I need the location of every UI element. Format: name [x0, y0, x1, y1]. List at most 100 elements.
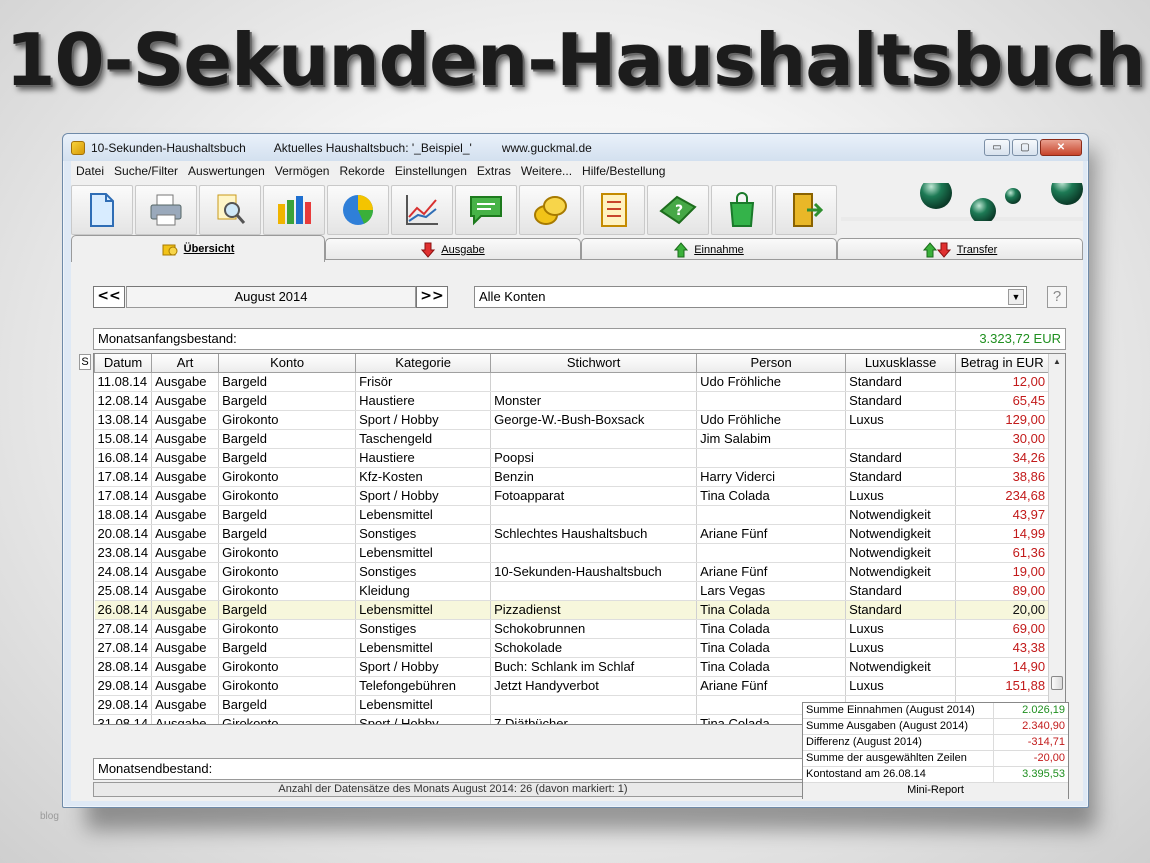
- cell-art: Ausgabe: [151, 467, 220, 487]
- tab-transfer[interactable]: Transfer: [837, 238, 1083, 260]
- cell-stichwort: [490, 372, 698, 392]
- table-row[interactable]: 29.08.14 Ausgabe Girokonto Telefongebühren J…: [94, 676, 1050, 696]
- menu-rekorde[interactable]: Rekorde: [334, 164, 389, 178]
- table-row[interactable]: 23.08.14 Ausgabe Girokonto Lebensmittel Notw…: [94, 543, 1050, 563]
- chevron-down-icon[interactable]: ▼: [1008, 289, 1024, 305]
- table-row[interactable]: 27.08.14 Ausgabe Bargeld Lebensmittel Schoko…: [94, 638, 1050, 658]
- column-header-kategorie[interactable]: Kategorie: [355, 354, 492, 373]
- help-button[interactable]: ?: [1047, 286, 1067, 308]
- title-bar[interactable]: 10-Sekunden-Haushaltsbuch Aktuelles Haus…: [63, 134, 1088, 161]
- table-row[interactable]: 28.08.14 Ausgabe Girokonto Sport / Hobby Buc…: [94, 657, 1050, 677]
- cell-art: Ausgabe: [151, 619, 220, 639]
- menu-bar: Datei Suche/Filter Auswertungen Vermögen…: [71, 161, 1083, 181]
- cell-datum: 13.08.14: [94, 410, 153, 430]
- table-row[interactable]: 11.08.14 Ausgabe Bargeld Frisör Udo Fröhlich…: [94, 372, 1050, 392]
- table-row[interactable]: 26.08.14 Ausgabe Bargeld Lebensmittel Pizzad…: [94, 600, 1050, 620]
- column-header-luxusklasse[interactable]: Luxusklasse: [845, 354, 957, 373]
- menu-suche-filter[interactable]: Suche/Filter: [109, 164, 183, 178]
- watermark: blog: [40, 811, 59, 822]
- search-button[interactable]: [199, 185, 261, 235]
- column-header-betrag[interactable]: Betrag in EUR: [955, 354, 1050, 373]
- cell-art: Ausgabe: [151, 486, 220, 506]
- cell-art: Ausgabe: [151, 543, 220, 563]
- table-row[interactable]: 25.08.14 Ausgabe Girokonto Kleidung Lars Veg…: [94, 581, 1050, 601]
- tab-ausgabe[interactable]: Ausgabe: [325, 238, 581, 260]
- prev-month-button[interactable]: <<: [93, 286, 125, 308]
- table-row[interactable]: 13.08.14 Ausgabe Girokonto Sport / Hobby Geo…: [94, 410, 1050, 430]
- menu-einstellungen[interactable]: Einstellungen: [390, 164, 472, 178]
- tab-einnahme[interactable]: Einnahme: [581, 238, 837, 260]
- cell-konto: Girokonto: [218, 562, 357, 582]
- line-chart-button[interactable]: [391, 185, 453, 235]
- maximize-button[interactable]: ▢: [1012, 139, 1038, 156]
- cell-luxusklasse: Notwendigkeit: [845, 543, 957, 563]
- scroll-up-icon[interactable]: ▲: [1049, 354, 1065, 370]
- table-row[interactable]: 24.08.14 Ausgabe Girokonto Sonstiges 10-Seku…: [94, 562, 1050, 582]
- cell-kategorie: Sonstiges: [355, 562, 492, 582]
- cell-luxusklasse: Standard: [845, 372, 957, 392]
- table-row[interactable]: 17.08.14 Ausgabe Girokonto Kfz-Kosten Benzin…: [94, 467, 1050, 487]
- minimize-button[interactable]: ▭: [984, 139, 1010, 156]
- cell-art: Ausgabe: [151, 714, 220, 724]
- menu-weitere[interactable]: Weitere...: [516, 164, 577, 178]
- cell-kategorie: Taschengeld: [355, 429, 492, 449]
- mini-report-label: Summe Ausgaben (August 2014): [803, 719, 994, 734]
- menu-hilfe-bestellung[interactable]: Hilfe/Bestellung: [577, 164, 670, 178]
- table-row[interactable]: 12.08.14 Ausgabe Bargeld Haustiere Monster St…: [94, 391, 1050, 411]
- exit-button[interactable]: [775, 185, 837, 235]
- cell-konto: Girokonto: [218, 543, 357, 563]
- column-header-stichwort[interactable]: Stichwort: [490, 354, 698, 373]
- cell-konto: Bargeld: [218, 638, 357, 658]
- app-window: 10-Sekunden-Haushaltsbuch Aktuelles Haus…: [62, 133, 1089, 808]
- cell-person: [696, 448, 847, 468]
- cell-betrag: 43,38: [955, 638, 1050, 658]
- pie-chart-button[interactable]: [327, 185, 389, 235]
- menu-vermoegen[interactable]: Vermögen: [270, 164, 335, 178]
- cell-kategorie: Haustiere: [355, 448, 492, 468]
- column-header-konto[interactable]: Konto: [218, 354, 357, 373]
- cell-luxusklasse: Standard: [845, 600, 957, 620]
- cell-datum: 23.08.14: [94, 543, 153, 563]
- table-row[interactable]: 16.08.14 Ausgabe Bargeld Haustiere Poopsi Sta…: [94, 448, 1050, 468]
- account-filter-select[interactable]: Alle Konten ▼: [474, 286, 1027, 308]
- table-row[interactable]: 27.08.14 Ausgabe Girokonto Sonstiges Schokob…: [94, 619, 1050, 639]
- cell-betrag: 89,00: [955, 581, 1050, 601]
- bar-chart-button[interactable]: [263, 185, 325, 235]
- cell-datum: 26.08.14: [94, 600, 153, 620]
- table-row[interactable]: 15.08.14 Ausgabe Bargeld Taschengeld Jim Sal…: [94, 429, 1050, 449]
- cell-luxusklasse: Luxus: [845, 486, 957, 506]
- website-link[interactable]: www.guckmal.de: [502, 141, 592, 155]
- column-header-person[interactable]: Person: [696, 354, 847, 373]
- close-button[interactable]: ✕: [1040, 139, 1082, 156]
- vertical-scrollbar[interactable]: ▲: [1048, 354, 1065, 724]
- cell-person: Lars Vegas: [696, 581, 847, 601]
- menu-extras[interactable]: Extras: [472, 164, 516, 178]
- cell-datum: 15.08.14: [94, 429, 153, 449]
- help-book-button[interactable]: ?: [647, 185, 709, 235]
- new-button[interactable]: [71, 185, 133, 235]
- mini-report-value: -20,00: [1033, 752, 1065, 764]
- shop-button[interactable]: [711, 185, 773, 235]
- cell-stichwort: 10-Sekunden-Haushaltsbuch: [490, 562, 698, 582]
- cell-luxusklasse: Notwendigkeit: [845, 562, 957, 582]
- mini-report-title: Mini-Report: [803, 783, 1068, 799]
- cell-konto: Girokonto: [218, 410, 357, 430]
- cell-person: Tina Colada: [696, 657, 847, 677]
- table-row[interactable]: 20.08.14 Ausgabe Bargeld Sonstiges Schlechte…: [94, 524, 1050, 544]
- print-button[interactable]: [135, 185, 197, 235]
- scroll-thumb[interactable]: [1051, 676, 1063, 690]
- menu-auswertungen[interactable]: Auswertungen: [183, 164, 270, 178]
- tab-uebersicht[interactable]: Übersicht: [71, 235, 325, 262]
- next-month-button[interactable]: >>: [416, 286, 448, 308]
- cell-luxusklasse: Notwendigkeit: [845, 657, 957, 677]
- checklist-button[interactable]: [583, 185, 645, 235]
- cell-art: Ausgabe: [151, 562, 220, 582]
- message-button[interactable]: [455, 185, 517, 235]
- table-row[interactable]: 18.08.14 Ausgabe Bargeld Lebensmittel Notwen…: [94, 505, 1050, 525]
- table-row[interactable]: 17.08.14 Ausgabe Girokonto Sport / Hobby Fot…: [94, 486, 1050, 506]
- column-header-art[interactable]: Art: [151, 354, 220, 373]
- menu-datei[interactable]: Datei: [71, 164, 109, 178]
- row-selector-marker[interactable]: S: [79, 354, 91, 370]
- coins-button[interactable]: [519, 185, 581, 235]
- column-header-datum[interactable]: Datum: [94, 354, 153, 373]
